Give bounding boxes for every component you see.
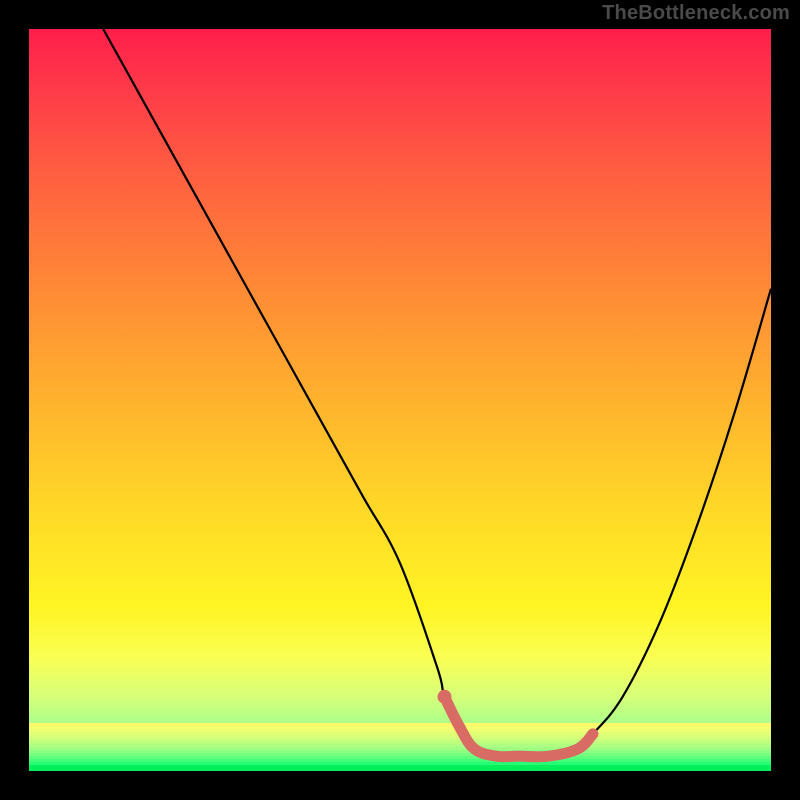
optimal-range [445,697,593,757]
chart-svg [29,29,771,771]
bottleneck-curve [103,29,771,757]
optimal-start-point [438,690,452,704]
watermark-text: TheBottleneck.com [602,2,790,25]
chart-frame: TheBottleneck.com [0,0,800,800]
plot-area [29,29,771,771]
